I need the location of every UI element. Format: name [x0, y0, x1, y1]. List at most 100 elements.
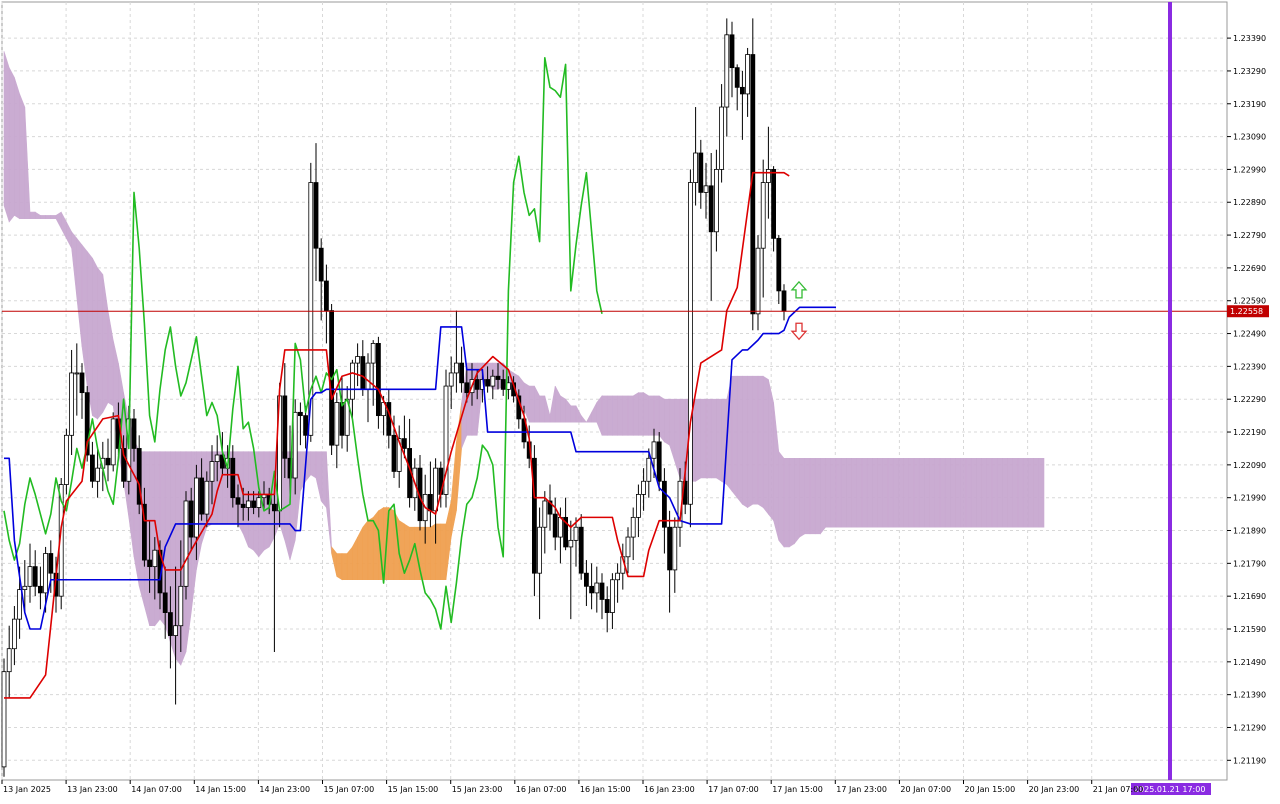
candle-body [360, 356, 366, 390]
candle-body [552, 513, 558, 538]
candle-body [323, 280, 329, 311]
y-tick-label: 1.21490 [1233, 658, 1266, 667]
candle [688, 169, 693, 528]
candle-body [240, 503, 246, 508]
candle-body [448, 372, 454, 387]
cloud-segment [976, 457, 982, 528]
candle-body [11, 618, 17, 650]
y-tick-label: 1.21290 [1233, 723, 1266, 732]
cloud-segment [913, 457, 920, 528]
candle-body [391, 434, 397, 472]
candle-body [584, 572, 589, 587]
cloud-segment [981, 457, 988, 528]
candle-body [459, 362, 465, 384]
cloud-segment [814, 457, 821, 535]
candle-body [17, 589, 23, 620]
candle [532, 445, 537, 597]
candle [1, 658, 7, 777]
candle-body [636, 494, 641, 518]
cloud-segment [617, 395, 624, 436]
y-tick-label: 1.23390 [1233, 34, 1266, 43]
candle-body [334, 402, 340, 446]
candle-body [719, 106, 724, 170]
x-tick-label: 13 Jan 23:00 [67, 785, 118, 794]
cloud-segment [362, 519, 369, 581]
cloud-segment [622, 395, 629, 436]
candle-body [79, 372, 85, 394]
candle-body [427, 494, 433, 512]
candle-body [64, 434, 69, 485]
candle-body [48, 553, 54, 574]
candle-body [651, 441, 657, 459]
candle-body [599, 582, 605, 600]
candle-body [214, 454, 220, 462]
cloud-segment [1017, 457, 1024, 528]
candle-body [256, 497, 262, 508]
candle-body [724, 34, 730, 108]
cloud-segment [846, 457, 852, 528]
cloud-segment [809, 457, 816, 535]
candle-body [22, 585, 28, 591]
candle-body [766, 169, 771, 183]
x-tick-label: 14 Jan 23:00 [259, 785, 310, 794]
cloud-segment [357, 527, 364, 581]
cloud-segment [944, 457, 951, 528]
candle-body [714, 169, 719, 233]
candle-body [703, 185, 709, 193]
candle-body [230, 457, 236, 499]
candle [771, 166, 776, 252]
candle-body [667, 526, 672, 571]
x-tick-label: 16 Jan 07:00 [516, 785, 567, 794]
candle-body [178, 585, 184, 627]
cloud-segment [986, 457, 993, 528]
cloud-segment [965, 457, 972, 528]
cloud-segment [14, 77, 20, 220]
candle-body [453, 362, 459, 374]
candle-body [152, 549, 158, 568]
candle-body [641, 480, 646, 495]
time-cursor-label: 2025.01.21 17:00 [1134, 785, 1205, 794]
y-tick-label: 1.21690 [1233, 592, 1266, 601]
x-tick-label: 21 Jan 07:00 [1093, 785, 1144, 794]
x-tick-label: 15 Jan 23:00 [452, 785, 503, 794]
candle-body [349, 362, 355, 400]
x-tick-label: 17 Jan 15:00 [772, 785, 823, 794]
y-tick-label: 1.21590 [1233, 625, 1266, 634]
candle-body [646, 457, 652, 482]
cloud-segment [929, 457, 936, 528]
candle-body [630, 516, 636, 538]
cloud-segment [768, 379, 774, 522]
y-tick-label: 1.21390 [1233, 691, 1266, 700]
cloud-segment [757, 375, 764, 509]
time-axis: 13 Jan 2025 13 Jan 23:00 14 Jan 07:00 14 Ja… [1, 780, 1144, 794]
cloud-segment [939, 457, 946, 528]
candle-body [90, 454, 95, 482]
candle-body [537, 526, 542, 574]
cloud-segment [892, 457, 899, 528]
ichimoku-chart[interactable]: 1.22558 2025.01.21 17:00 1.23390 1.23290 1.… [0, 0, 1280, 800]
candle-body [27, 566, 33, 587]
candle-body [1, 671, 7, 768]
cloud-segment [435, 523, 442, 581]
candle-body [292, 411, 298, 479]
cloud-segment [924, 457, 930, 528]
y-tick-label: 1.22690 [1233, 264, 1266, 273]
candle-body [474, 379, 480, 390]
cloud-segment [835, 457, 842, 528]
candle-body [433, 467, 439, 512]
chart-svg[interactable]: 1.225582025.01.21 17:00 1.233901.232901.… [0, 0, 1280, 800]
candle-body [303, 415, 309, 436]
candle-body [625, 536, 631, 558]
candle-body [771, 169, 776, 239]
cloud-segment [648, 395, 655, 436]
candle-body [755, 247, 761, 315]
cloud-segment [424, 526, 431, 581]
x-tick-label: 17 Jan 07:00 [708, 785, 759, 794]
cloud-segment [612, 395, 618, 436]
candle-body [401, 438, 407, 449]
cloud-segment [1012, 457, 1019, 528]
candle-body [698, 152, 704, 193]
cloud-segment [570, 405, 577, 423]
cloud-segment [991, 457, 998, 528]
candle-body [594, 582, 600, 594]
